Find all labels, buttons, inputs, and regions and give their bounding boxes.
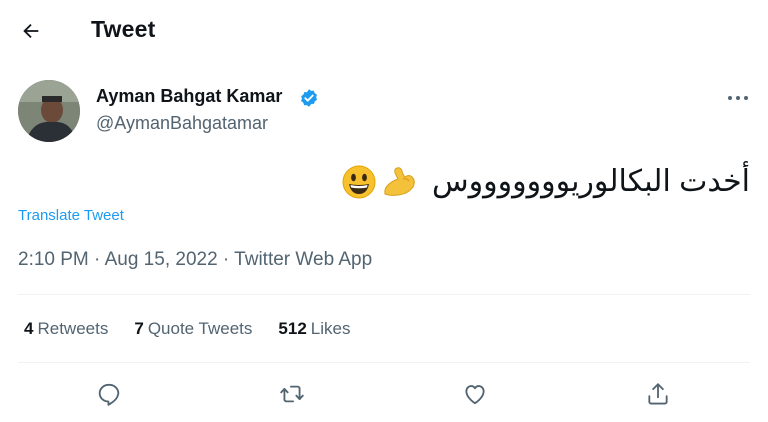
tweet-text: أخدت البكالوريوووووووس [342,164,750,199]
more-button[interactable] [722,86,754,110]
tweet-body: أخدت البكالوريوووووووس [432,165,750,198]
retweet-icon [280,385,304,403]
stats-row: 4 Retweets 7 Quote Tweets 512 Likes [24,319,350,339]
page-title: Tweet [91,16,156,42]
quote-tweets-stat[interactable]: 7 Quote Tweets [134,319,252,339]
author-handle[interactable]: @AymanBahgatamar [96,113,268,134]
like-icon [465,385,485,405]
back-arrow-icon [23,23,39,39]
share-icon [648,383,668,405]
share-button[interactable] [638,374,678,414]
avatar[interactable] [18,80,80,142]
divider [18,362,750,363]
grinning-face-icon [342,165,376,198]
likes-stat[interactable]: 512 Likes [278,319,350,339]
divider [18,294,750,295]
tweet-meta: 2:10 PM · Aug 15, 2022 · Twitter Web App [18,249,373,270]
translate-tweet-link[interactable]: Translate Tweet [18,207,124,224]
retweets-stat[interactable]: 4 Retweets [24,319,108,339]
like-button[interactable] [455,374,495,414]
reply-button[interactable] [89,374,129,414]
back-button[interactable] [14,14,48,48]
header: Tweet [0,0,768,62]
verified-badge-icon [301,89,317,107]
retweet-button[interactable] [272,374,312,414]
reply-icon [98,383,120,406]
author-name[interactable]: Ayman Bahgat Kamar [96,86,282,107]
flexed-biceps-icon [384,166,415,196]
more-icon [728,96,748,100]
